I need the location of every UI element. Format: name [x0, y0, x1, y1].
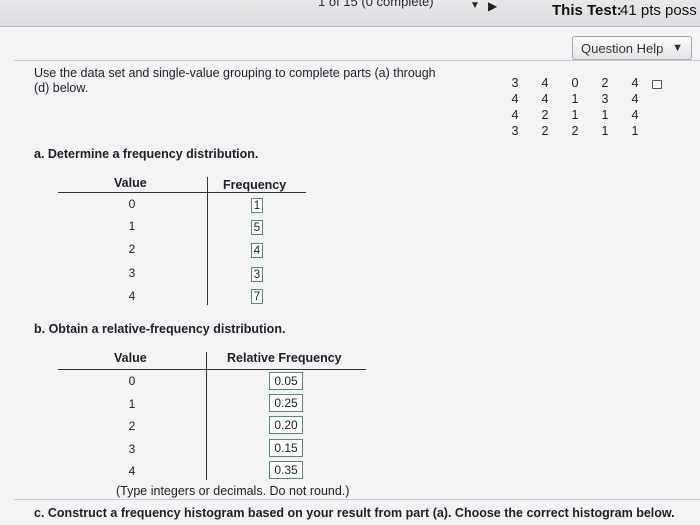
data-cell: 4	[631, 108, 639, 122]
data-cell: 4	[541, 92, 549, 106]
table-header-rule	[58, 192, 306, 193]
copy-data-icon[interactable]	[652, 80, 662, 89]
relative-frequency-input[interactable]: 0.25	[269, 394, 303, 412]
test-label: This Test:	[552, 2, 622, 19]
part-c-label: c. Construct a frequency histogram based…	[34, 506, 675, 520]
data-cell: 3	[601, 92, 609, 106]
value-header: Value	[114, 351, 147, 365]
table-column-rule	[206, 352, 207, 480]
value-cell: 2	[128, 419, 136, 433]
data-cell: 0	[571, 76, 579, 90]
data-cell: 1	[631, 124, 639, 138]
data-row: 3 4 0 2 4	[500, 76, 650, 92]
value-cell: 3	[128, 442, 136, 456]
question-help-button[interactable]: Question Help ▼	[572, 36, 692, 60]
question-help-label: Question Help	[581, 41, 664, 56]
data-row: 4 4 1 3 4	[500, 92, 650, 108]
caret-down-icon: ▼	[672, 42, 683, 54]
frequency-input[interactable]: 4	[251, 243, 263, 258]
data-row: 4 2 1 1 4	[500, 108, 650, 124]
table-column-rule	[207, 177, 208, 305]
value-header: Value	[114, 176, 147, 190]
data-cell: 1	[571, 92, 579, 106]
caret-down-icon[interactable]: ▼	[470, 0, 480, 11]
data-cell: 4	[541, 76, 549, 90]
relative-frequency-input[interactable]: 0.20	[269, 416, 303, 434]
data-cell: 2	[571, 124, 579, 138]
frequency-input[interactable]: 3	[251, 267, 263, 282]
value-cell: 4	[128, 289, 136, 303]
value-cell: 2	[128, 242, 136, 256]
data-cell: 3	[511, 76, 519, 90]
test-score: 41 pts poss	[620, 2, 697, 19]
input-note: (Type integers or decimals. Do not round…	[116, 484, 350, 498]
data-cell: 1	[571, 108, 579, 122]
data-cell: 4	[511, 108, 519, 122]
frequency-input[interactable]: 1	[251, 198, 263, 213]
data-cell: 1	[601, 124, 609, 138]
value-cell: 3	[128, 266, 136, 280]
value-cell: 0	[128, 197, 136, 211]
data-cell: 4	[631, 76, 639, 90]
data-cell: 2	[601, 76, 609, 90]
data-cell: 4	[511, 92, 519, 106]
data-cell: 4	[631, 92, 639, 106]
frequency-input[interactable]: 7	[251, 289, 263, 304]
part-a-label: a. Determine a frequency distribution.	[34, 147, 259, 161]
progress-text[interactable]: 1 of 15 (0 complete)	[318, 0, 434, 9]
data-cell: 3	[511, 124, 519, 138]
top-bar: 1 of 15 (0 complete) ▼ ▶ This Test: 41 p…	[0, 0, 700, 27]
frequency-header: Frequency	[223, 178, 287, 192]
relative-frequency-input[interactable]: 0.05	[269, 372, 303, 390]
value-cell: 1	[128, 219, 136, 233]
divider	[14, 499, 700, 500]
data-cell: 2	[541, 108, 549, 122]
part-b-label: b. Obtain a relative-frequency distribut…	[34, 322, 286, 336]
instructions-text: Use the data set and single-value groupi…	[34, 66, 436, 95]
value-cell: 4	[128, 464, 136, 478]
relative-frequency-header: Relative Frequency	[227, 351, 342, 365]
next-arrow-icon[interactable]: ▶	[488, 0, 497, 13]
data-row: 3 2 2 1 1	[500, 124, 650, 140]
frequency-input[interactable]: 5	[251, 220, 263, 235]
relative-frequency-input[interactable]: 0.15	[269, 439, 303, 457]
value-cell: 1	[128, 397, 136, 411]
table-header-rule	[58, 369, 366, 370]
data-set: 3 4 0 2 4 4 4 1 3 4 4 2 1 1 4 3 2 2 1 1	[500, 76, 650, 140]
relative-frequency-input[interactable]: 0.35	[269, 461, 303, 479]
data-cell: 1	[601, 108, 609, 122]
value-cell: 0	[128, 374, 136, 388]
data-cell: 2	[541, 124, 549, 138]
divider	[14, 60, 700, 61]
